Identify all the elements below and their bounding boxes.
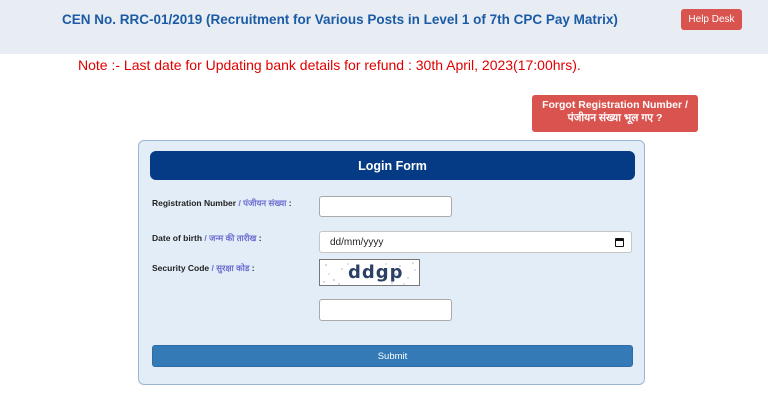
page-header: CEN No. RRC-01/2019 (Recruitment for Var… [0,0,768,54]
captcha-text: ddgp [348,262,404,283]
security-label-en: Security Code [152,263,210,273]
security-label-hi: / सुरक्षा कोड [209,263,250,273]
security-label-suffix: : [249,263,255,273]
login-form-title: Login Form [150,151,635,180]
registration-label-hi: / पंजीयन संख्या [236,198,287,208]
notice-text: Note :- Last date for Updating bank deta… [78,57,581,73]
forgot-label-hi: पंजीयन संख्या भूल गए ? [567,112,663,124]
registration-label-en: Registration Number [152,198,237,208]
dob-label: Date of birth / जन्म की तारीख : [152,233,262,244]
forgot-registration-button[interactable]: Forgot Registration Number / पंजीयन संख्… [532,95,698,132]
forgot-label-en: Forgot Registration Number / [542,99,688,111]
security-code-label: Security Code / सुरक्षा कोड : [152,263,255,274]
login-form: Login Form Registration Number / पंजीयन … [138,140,645,385]
dob-label-en: Date of birth [152,233,203,243]
dob-placeholder: dd/mm/yyyy [330,236,384,248]
submit-button[interactable]: Submit [152,345,633,367]
dob-input[interactable]: dd/mm/yyyy [319,231,632,253]
help-desk-button[interactable]: Help Desk [681,9,742,30]
registration-label: Registration Number / पंजीयन संख्या : [152,198,292,209]
calendar-icon[interactable] [615,238,624,247]
page-title: CEN No. RRC-01/2019 (Recruitment for Var… [62,12,618,27]
registration-label-suffix: : [286,198,292,208]
dob-label-suffix: : [256,233,262,243]
security-code-input[interactable] [319,299,452,321]
registration-number-input[interactable] [319,196,452,217]
captcha-image: ddgp [319,259,420,286]
dob-label-hi: / जन्म की तारीख [202,233,257,243]
